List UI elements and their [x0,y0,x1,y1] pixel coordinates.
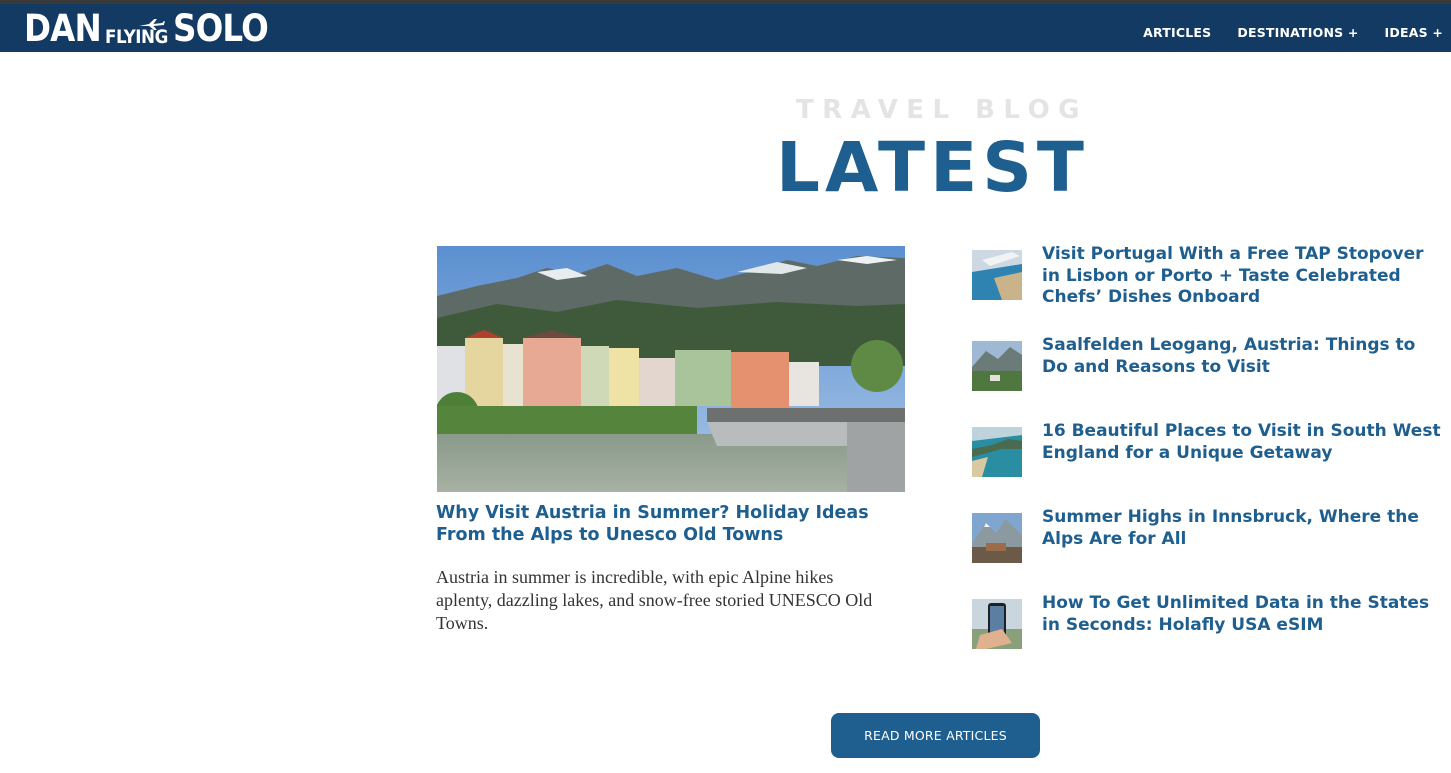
section-kicker: TRAVEL BLOG [796,95,1089,125]
innsbruck-river-photo [437,246,905,492]
article-thumbnail [972,599,1022,649]
site-logo[interactable]: DAN FLYING SOLO [24,7,281,50]
list-item[interactable]: 16 Beautiful Places to Visit in South We… [972,421,1442,487]
list-item[interactable]: Summer Highs in Innsbruck, Where the Alp… [972,507,1442,573]
featured-article-title[interactable]: Why Visit Austria in Summer? Holiday Ide… [436,502,906,546]
nav-destinations[interactable]: DESTINATIONS + [1237,25,1358,40]
featured-article-image[interactable] [437,246,905,492]
article-title: Visit Portugal With a Free TAP Stopover … [1042,244,1424,307]
article-thumbnail [972,427,1022,477]
nav-ideas[interactable]: IDEAS + [1385,25,1443,40]
list-item[interactable]: Visit Portugal With a Free TAP Stopover … [972,244,1442,310]
article-title: How To Get Unlimited Data in the States … [1042,593,1430,635]
site-header: DAN FLYING SOLO ARTICLES DESTINATIONS + … [0,4,1451,52]
list-item[interactable]: How To Get Unlimited Data in the States … [972,593,1442,659]
article-thumbnail [972,250,1022,300]
article-title: 16 Beautiful Places to Visit in South We… [1042,421,1441,463]
article-title: Summer Highs in Innsbruck, Where the Alp… [1042,507,1419,549]
article-thumbnail [972,513,1022,563]
article-title: Saalfelden Leogang, Austria: Things to D… [1042,335,1416,377]
featured-article-excerpt: Austria in summer is incredible, with ep… [436,567,873,633]
main-nav: ARTICLES DESTINATIONS + IDEAS + [1117,8,1443,56]
article-thumbnail [972,341,1022,391]
nav-articles[interactable]: ARTICLES [1143,25,1211,40]
logo-text-solo: SOLO [172,7,269,50]
plane-icon [139,19,166,30]
section-title: LATEST [776,128,1089,208]
list-item[interactable]: Saalfelden Leogang, Austria: Things to D… [972,335,1442,401]
logo-text-flying: FLYING [105,19,169,48]
logo-text-dan: DAN [24,7,102,50]
read-more-articles-button[interactable]: READ MORE ARTICLES [831,713,1040,758]
